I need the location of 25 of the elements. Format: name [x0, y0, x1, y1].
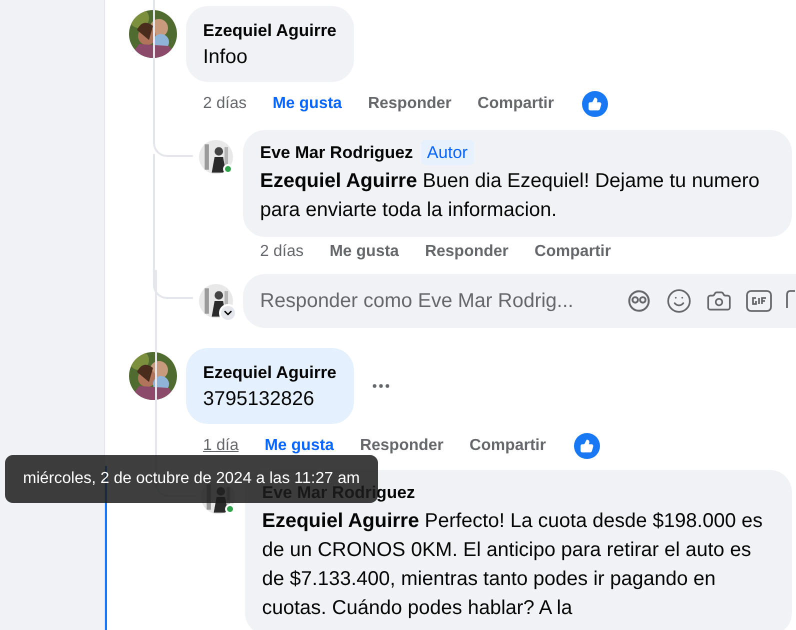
reply-field[interactable]: Responder como Eve Mar Rodrig...	[243, 274, 796, 328]
reply-button[interactable]: Responder	[360, 434, 444, 458]
author-badge: Autor	[421, 140, 474, 165]
author-name[interactable]: Eve Mar Rodriguez	[260, 140, 414, 165]
emoji-icon[interactable]	[666, 288, 692, 314]
share-button[interactable]: Compartir	[470, 434, 546, 458]
author-name[interactable]: Ezequiel Aguirre	[203, 360, 337, 386]
chevron-down-icon[interactable]	[219, 304, 237, 322]
reply-text: Ezequiel Aguirre Perfecto! La cuota desde $198.000 es de un CRONOS 0KM. El anticipo para retirar el auto es de $7.133.400, mientras tanto podes ir pagando en cuotas. Cuándo podes hablar? A la	[262, 509, 764, 621]
reply-button[interactable]: Responder	[424, 240, 509, 264]
timestamp-link[interactable]: 2 días	[203, 92, 247, 116]
like-button[interactable]: Me gusta	[264, 434, 334, 458]
like-button[interactable]: Me gusta	[272, 92, 342, 116]
reply-input-field[interactable]: Responder como Eve Mar Rodrig...	[260, 286, 612, 316]
reply-text: Ezequiel Aguirre Buen dia Ezequiel! Dejame tu numero para enviarte toda la informacion.	[260, 169, 760, 223]
like-button[interactable]: Me gusta	[330, 240, 399, 264]
share-button[interactable]: Compartir	[478, 92, 554, 116]
timestamp-link[interactable]: 2 días	[260, 240, 304, 264]
author-name[interactable]: Ezequiel Aguirre	[203, 18, 337, 44]
timestamp-link[interactable]: 1 día	[203, 434, 239, 458]
share-button[interactable]: Compartir	[534, 240, 611, 264]
reply-button[interactable]: Responder	[368, 92, 452, 116]
comment-text: 3795132826	[203, 386, 316, 412]
comment-text: Infoo	[203, 44, 248, 70]
gif-icon[interactable]	[746, 290, 772, 312]
